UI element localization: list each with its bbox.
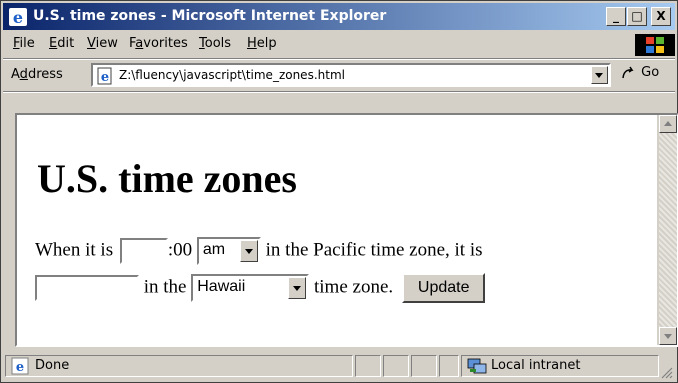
ampm-dropdown-button[interactable] <box>239 240 258 262</box>
hour-input[interactable] <box>119 238 168 264</box>
status-pane-3 <box>411 355 437 377</box>
scroll-down-icon <box>664 334 672 339</box>
menu-help[interactable]: Help <box>247 36 277 51</box>
browser-window: e U.S. time zones - Microsoft Internet E… <box>0 0 678 383</box>
scroll-up-button[interactable] <box>659 115 677 133</box>
svg-text:e: e <box>16 360 24 375</box>
chevron-down-icon <box>293 286 302 291</box>
timezone-select[interactable]: Hawaii <box>191 274 310 302</box>
menu-file[interactable]: File <box>13 36 35 51</box>
ie-icon: e <box>11 357 29 375</box>
result-field[interactable] <box>35 275 139 301</box>
minimize-button[interactable]: _ <box>606 7 626 26</box>
status-text: Done <box>35 358 70 373</box>
menu-view[interactable]: View <box>87 36 118 51</box>
minutes-label: :00 <box>167 239 193 261</box>
status-bar: e Done Local intranet <box>3 353 675 381</box>
security-zone-label: Local intranet <box>491 358 581 373</box>
vertical-scrollbar[interactable] <box>659 115 677 345</box>
address-input[interactable]: e Z:\fluency\javascript\time_zones.html <box>91 63 611 87</box>
title-bar[interactable]: e U.S. time zones - Microsoft Internet E… <box>3 3 675 30</box>
go-button[interactable]: Go <box>621 65 659 80</box>
form-line-2: in the Hawaii time zone. Update <box>35 273 486 303</box>
ampm-select[interactable]: am <box>196 237 261 265</box>
address-url: Z:\fluency\javascript\time_zones.html <box>119 68 345 82</box>
time-zone-label: time zone. <box>314 276 394 298</box>
menu-edit[interactable]: Edit <box>49 36 74 51</box>
menu-bar: File Edit View Favorites Tools Help <box>3 32 675 57</box>
throbber <box>635 34 675 56</box>
form-line-1: When it is :00 am in the Pacific time zo… <box>35 237 483 265</box>
address-dropdown-button[interactable] <box>591 66 608 84</box>
status-pane-2 <box>383 355 409 377</box>
status-pane-4 <box>439 355 459 377</box>
menu-favorites[interactable]: Favorites <box>129 36 188 51</box>
address-separator <box>3 91 675 93</box>
ie-icon: e <box>9 8 27 26</box>
timezone-dropdown-button[interactable] <box>288 277 307 299</box>
resize-grip-icon[interactable] <box>659 365 673 379</box>
page-title: U.S. time zones <box>37 156 297 201</box>
intranet-icon <box>467 358 487 374</box>
chevron-down-icon <box>244 249 253 254</box>
go-label: Go <box>641 65 660 80</box>
address-label: Address <box>11 67 63 82</box>
in-the-label: in the <box>143 276 187 298</box>
status-pane-1 <box>355 355 381 377</box>
timezone-value: Hawaii <box>197 278 246 295</box>
menu-tools[interactable]: Tools <box>199 36 231 51</box>
svg-text:e: e <box>101 70 109 85</box>
scroll-down-button[interactable] <box>659 327 677 345</box>
svg-text:e: e <box>13 8 23 26</box>
pacific-label: in the Pacific time zone, it is <box>265 239 483 261</box>
chevron-down-icon <box>595 73 603 78</box>
go-arrow-icon <box>622 66 634 78</box>
window-title: U.S. time zones - Microsoft Internet Exp… <box>33 8 387 24</box>
scroll-up-icon <box>664 121 672 126</box>
close-button[interactable]: X <box>651 7 671 26</box>
menu-separator <box>3 58 675 60</box>
update-button[interactable]: Update <box>401 273 486 303</box>
page-content: U.S. time zones When it is :00 am in the… <box>17 115 657 345</box>
maximize-button[interactable]: □ <box>627 7 647 26</box>
page-icon: e <box>97 67 112 85</box>
when-it-is-label: When it is <box>35 239 114 261</box>
address-bar: Address e Z:\fluency\javascript\time_zon… <box>3 61 675 89</box>
windows-logo-icon <box>646 37 664 53</box>
ampm-value: am <box>202 241 226 258</box>
